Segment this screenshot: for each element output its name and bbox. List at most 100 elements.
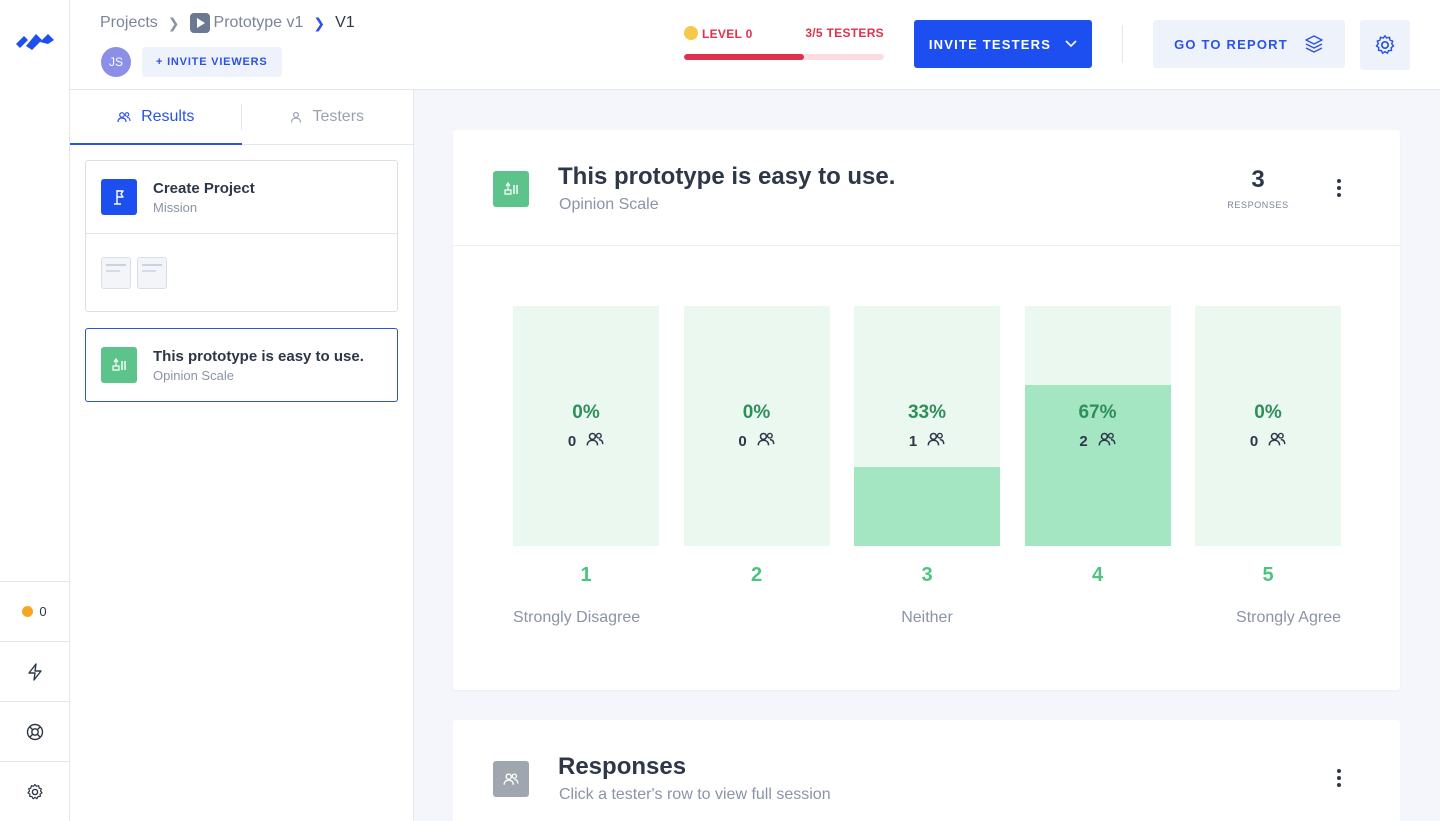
- results-panel: Results Testers Create Project Mission T…: [70, 90, 414, 821]
- block-card-mission[interactable]: Create Project Mission: [85, 160, 398, 312]
- scale-value-label: 3: [921, 564, 933, 586]
- users-icon: [117, 111, 131, 122]
- panel-tabs: Results Testers: [70, 90, 413, 145]
- invite-viewers-button[interactable]: + INVITE VIEWERS: [142, 47, 282, 77]
- testers-progress-bar: [684, 54, 884, 60]
- scale-bar-count-value: 0: [1249, 432, 1259, 450]
- tab-divider: [241, 104, 242, 130]
- lifebuoy-icon: [26, 723, 43, 740]
- scale-bar-count-value: 0: [738, 432, 747, 450]
- chevron-right-icon: ❯: [167, 14, 180, 31]
- screen-thumbnail[interactable]: [101, 256, 131, 289]
- scale-bar-percent: 0%: [572, 402, 600, 423]
- mission-flag-icon: [101, 179, 137, 215]
- breadcrumb: Projects ❯ Prototype v1 ❯ V1: [100, 13, 355, 33]
- screen-thumbnail[interactable]: [137, 256, 167, 289]
- lightning-button[interactable]: [0, 641, 69, 701]
- question-result-card: This prototype is easy to use. Opinion S…: [453, 130, 1400, 690]
- lightning-icon: [27, 662, 42, 681]
- users-icon: [493, 761, 529, 797]
- layers-icon: [1305, 35, 1323, 53]
- scale-bar-count-value: 1: [908, 432, 918, 450]
- scale-value-label: 4: [1091, 564, 1104, 586]
- tab-testers-label: Testers: [312, 108, 365, 125]
- block-title: Create Project: [153, 179, 255, 197]
- coin-count: 0: [39, 604, 47, 619]
- avatar[interactable]: JS: [101, 47, 131, 77]
- scale-value-label: 2: [750, 564, 763, 586]
- top-header: Projects ❯ Prototype v1 ❯ V1 JS + INVITE…: [70, 0, 1440, 90]
- settings-rail-button[interactable]: [0, 761, 69, 821]
- scale-bar-percent: 0%: [742, 402, 771, 423]
- scale-bar-percent: 0%: [1254, 402, 1282, 423]
- header-divider: [1122, 25, 1123, 63]
- opinion-scale-icon: [493, 171, 529, 207]
- scale-label-right: Strongly Agree: [1236, 609, 1341, 626]
- tab-results[interactable]: Results: [70, 90, 242, 145]
- opinion-scale-icon: [101, 347, 137, 383]
- block-subtitle: Opinion Scale: [153, 367, 234, 383]
- scale-bar-4[interactable]: 67% 2: [1024, 306, 1171, 546]
- users-icon: [1268, 431, 1286, 451]
- testers-progress-fill: [684, 54, 804, 60]
- responses-subtitle: Click a tester's row to view full sessio…: [559, 786, 831, 803]
- level-label-wrap: LEVEL 0: [684, 26, 753, 41]
- scale-bar-count: 2: [1025, 431, 1171, 451]
- scale-bar-percent: 33%: [907, 402, 947, 423]
- scale-bar-5[interactable]: 0% 0: [1195, 306, 1341, 546]
- scale-bar-count-value: 0: [567, 432, 577, 450]
- question-title: This prototype is easy to use.: [558, 163, 896, 190]
- go-to-report-button[interactable]: GO TO REPORT: [1153, 20, 1345, 68]
- app-logo-icon[interactable]: [14, 26, 56, 52]
- breadcrumb-version: V1: [335, 14, 355, 31]
- tab-testers[interactable]: Testers: [242, 90, 414, 144]
- level-label: LEVEL 0: [702, 27, 753, 41]
- scale-value-label: 1: [580, 564, 592, 586]
- coins-indicator[interactable]: 0: [0, 581, 69, 641]
- chevron-down-icon: [1065, 40, 1077, 48]
- scale-bar-3[interactable]: 33% 1: [854, 306, 1000, 546]
- users-icon: [1098, 431, 1116, 451]
- coin-icon: [22, 606, 34, 617]
- responses-title: Responses: [558, 753, 687, 780]
- breadcrumb-projects[interactable]: Projects: [100, 14, 158, 32]
- responses-more-menu[interactable]: [1329, 766, 1349, 790]
- user-icon: [291, 111, 302, 123]
- block-card-opinion-scale[interactable]: This prototype is easy to use. Opinion S…: [85, 328, 398, 402]
- responses-count: 3 RESPONSES: [1218, 166, 1298, 210]
- breadcrumb-prototype[interactable]: Prototype v1: [189, 13, 304, 33]
- scale-bar-2[interactable]: 0% 0: [683, 306, 830, 546]
- scale-bar-count-value: 2: [1079, 432, 1088, 450]
- play-icon: [189, 13, 210, 33]
- question-header: This prototype is easy to use. Opinion S…: [453, 130, 1400, 246]
- scale-bar-count: 0: [513, 431, 659, 451]
- level-progress: LEVEL 0 3/5 TESTERS: [684, 26, 884, 60]
- invite-testers-label: INVITE TESTERS: [928, 36, 1052, 52]
- left-rail: 0: [0, 0, 70, 821]
- chevron-right-icon: ❯: [313, 14, 326, 31]
- help-button[interactable]: [0, 701, 69, 761]
- gear-icon: [1375, 35, 1395, 54]
- question-more-menu[interactable]: [1329, 176, 1349, 200]
- breadcrumb-prototype-label: Prototype v1: [213, 14, 304, 31]
- scale-bar-1[interactable]: 0% 0: [513, 306, 659, 546]
- block-title: This prototype is easy to use.: [153, 347, 364, 365]
- tab-results-label: Results: [141, 107, 195, 125]
- gear-icon: [26, 783, 43, 799]
- invite-testers-button[interactable]: INVITE TESTERS: [914, 20, 1092, 68]
- users-icon: [586, 431, 604, 451]
- scale-bar-fill: [854, 466, 1000, 546]
- users-icon: [757, 431, 775, 451]
- responses-label: RESPONSES: [1227, 200, 1289, 210]
- responses-card: Responses Click a tester's row to view f…: [453, 720, 1400, 821]
- users-icon: [927, 431, 945, 451]
- scale-label-middle: Neither: [901, 609, 953, 626]
- screen-thumbnails: [86, 233, 397, 311]
- scale-bar-percent: 67%: [1078, 402, 1117, 423]
- testers-progress-label: 3/5 TESTERS: [805, 26, 884, 40]
- settings-button[interactable]: [1360, 20, 1410, 70]
- neutral-face-icon: [684, 26, 698, 40]
- block-subtitle: Mission: [153, 199, 198, 215]
- question-type: Opinion Scale: [559, 196, 659, 213]
- scale-bar-count: 1: [854, 431, 1000, 451]
